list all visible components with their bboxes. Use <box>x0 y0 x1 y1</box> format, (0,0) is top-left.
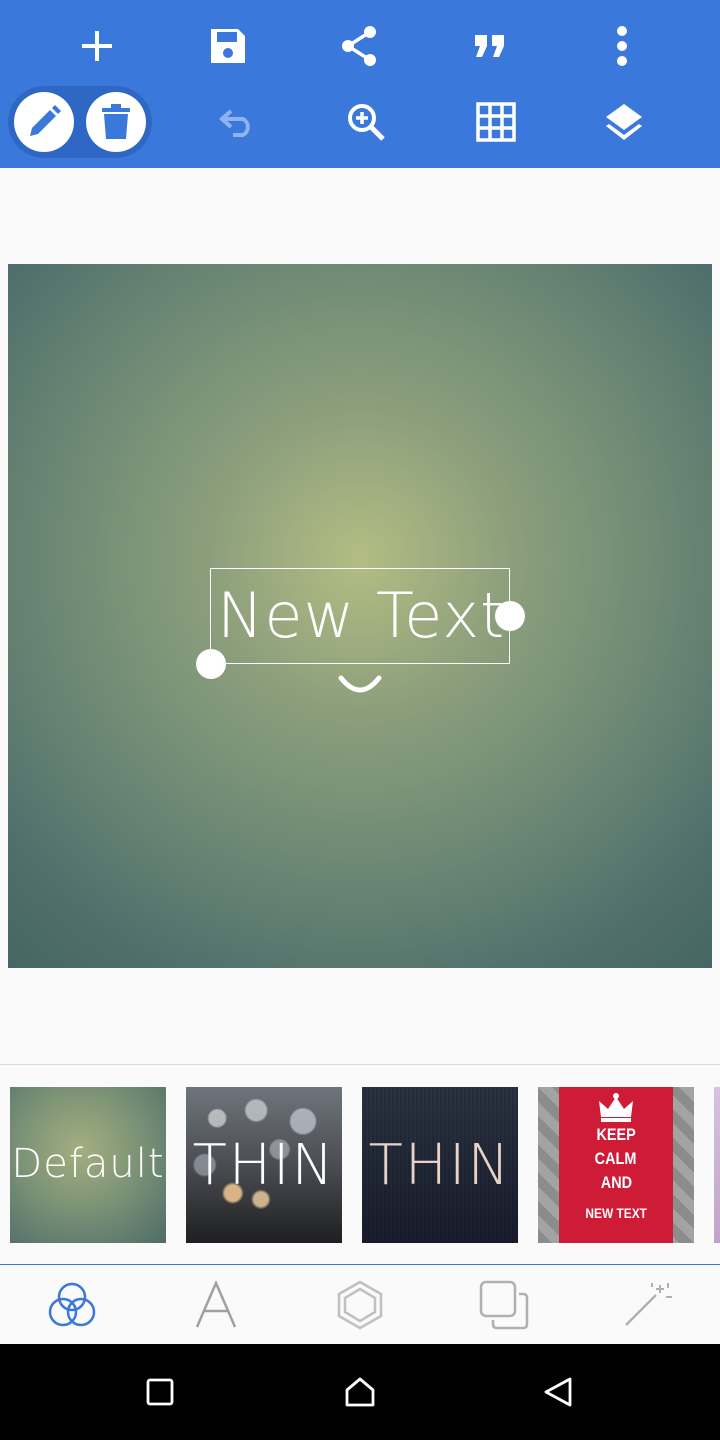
edit-button[interactable] <box>14 92 74 152</box>
grid-button[interactable] <box>466 92 526 152</box>
background-icon <box>48 1282 96 1327</box>
text-item-content[interactable]: New Text <box>217 579 505 652</box>
effects-wand-icon <box>625 1283 672 1326</box>
template-next-peek[interactable] <box>714 1087 720 1243</box>
keep-line-1: KEEP <box>596 1125 636 1144</box>
zoom-button[interactable] <box>336 92 396 152</box>
more-options-button[interactable] <box>592 16 652 76</box>
font-icon <box>195 1281 237 1328</box>
share-icon <box>342 26 376 66</box>
back-icon <box>544 1377 572 1407</box>
delete-button[interactable] <box>86 92 146 152</box>
template-label: THIN <box>368 1133 512 1198</box>
delete-trash-icon <box>102 104 130 139</box>
text-item[interactable]: New Text <box>210 568 510 664</box>
add-icon <box>82 31 112 61</box>
tab-effects[interactable] <box>608 1273 688 1337</box>
tab-font[interactable] <box>176 1273 256 1337</box>
save-button[interactable] <box>198 16 258 76</box>
back-button[interactable] <box>534 1368 582 1416</box>
tab-shape[interactable] <box>320 1273 400 1337</box>
resize-handle[interactable] <box>495 601 525 631</box>
tab-background[interactable] <box>32 1273 112 1337</box>
keep-calm-card: KEEP CALM AND NEW TEXT <box>559 1087 673 1243</box>
bottom-tab-bar <box>0 1264 720 1344</box>
template-label: THIN <box>192 1133 336 1198</box>
zoom-in-icon <box>348 104 385 141</box>
more-vert-icon <box>617 26 627 66</box>
template-strip: Default THIN THIN KEEP CALM AND NEW TEXT <box>0 1064 720 1264</box>
undo-icon <box>219 109 250 137</box>
template-thin-dark[interactable]: THIN <box>362 1087 518 1243</box>
keep-footer: NEW TEXT <box>585 1205 647 1221</box>
edit-pencil-icon <box>30 105 61 136</box>
template-keep-calm[interactable]: KEEP CALM AND NEW TEXT <box>538 1087 694 1243</box>
template-default[interactable]: Default <box>10 1087 166 1243</box>
tab-layer[interactable] <box>464 1273 544 1337</box>
rotate-handle[interactable] <box>196 649 226 679</box>
share-button[interactable] <box>329 16 389 76</box>
design-canvas[interactable]: New Text <box>8 264 712 968</box>
top-toolbar <box>0 0 720 168</box>
system-nav-bar <box>0 1344 720 1440</box>
quote-button[interactable] <box>460 16 520 76</box>
keep-line-2: CALM <box>595 1149 637 1168</box>
curve-handle-icon[interactable] <box>338 672 382 698</box>
home-icon <box>345 1377 375 1407</box>
undo-button[interactable] <box>207 92 267 152</box>
recents-icon <box>146 1378 174 1406</box>
home-button[interactable] <box>336 1368 384 1416</box>
add-button[interactable] <box>67 16 127 76</box>
recents-button[interactable] <box>136 1368 184 1416</box>
crown-icon <box>599 1093 633 1122</box>
template-label: Default <box>11 1141 165 1187</box>
layer-copy-icon <box>479 1280 529 1330</box>
grid-icon <box>476 102 516 142</box>
template-thin-bokeh[interactable]: THIN <box>186 1087 342 1243</box>
save-icon <box>211 29 245 63</box>
shape-icon <box>337 1280 383 1330</box>
keep-line-3: AND <box>600 1173 632 1192</box>
quote-icon <box>475 35 504 57</box>
layers-icon <box>606 104 642 140</box>
layers-button[interactable] <box>594 92 654 152</box>
